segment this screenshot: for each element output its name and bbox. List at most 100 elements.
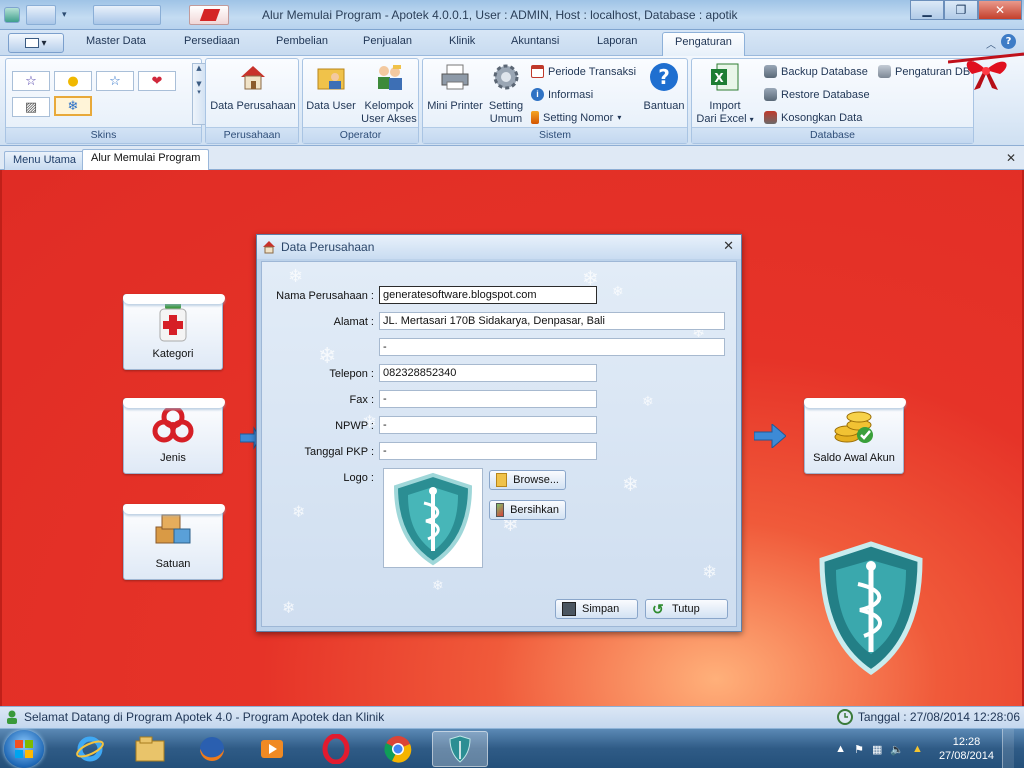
dialog-close-button[interactable]: ✕ [723, 239, 734, 254]
windows-start-button[interactable] [4, 730, 44, 768]
data-user-button[interactable]: Data User [305, 61, 357, 113]
data-perusahaan-button[interactable]: Data Perusahaan [208, 61, 298, 113]
tab-penjualan[interactable]: Penjualan [363, 35, 412, 47]
doc-tab-menu-utama[interactable]: Menu Utama [4, 151, 85, 170]
periode-transaksi-label: Periode Transaksi [548, 65, 637, 78]
skins-gallery-scroll[interactable]: ▲ ▼ ▾ [192, 63, 206, 125]
quick-access-flag-icon[interactable] [188, 5, 229, 25]
skin-blue-star-icon[interactable]: ☆ [96, 71, 134, 91]
biohazard-icon [152, 405, 194, 443]
maximize-button[interactable]: ❐ [944, 0, 978, 20]
tab-akuntansi[interactable]: Akuntansi [511, 35, 559, 47]
kosongkan-data-button[interactable]: Kosongkan Data [764, 111, 862, 124]
data-perusahaan-label: Data Perusahaan [210, 100, 296, 112]
minimize-button[interactable]: ▁ [910, 0, 944, 20]
group-operator: Data User Kelompok User Akses Operator [302, 58, 419, 144]
kelompok-user-akses-button[interactable]: Kelompok User Akses [359, 61, 419, 126]
telepon-input[interactable]: 082328852340 [379, 364, 597, 382]
close-document-icon[interactable]: ✕ [1006, 151, 1016, 165]
windows-logo-icon [15, 740, 33, 758]
tray-clock[interactable]: 12:28 27/08/2014 [939, 735, 994, 763]
app-icon[interactable] [4, 7, 20, 23]
tile-snow-cap [123, 398, 225, 408]
bantuan-button[interactable]: ? Bantuan [641, 61, 687, 113]
periode-transaksi-button[interactable]: Periode Transaksi [531, 65, 636, 78]
info-icon: i [531, 88, 544, 101]
tile-satuan[interactable]: Satuan [123, 504, 225, 580]
setting-nomor-button[interactable]: Setting Nomor ▾ [531, 111, 621, 124]
mini-printer-button[interactable]: Mini Printer [425, 61, 485, 113]
tray-expand-icon[interactable]: ▲ [835, 743, 846, 755]
quick-access-window-icon[interactable] [26, 5, 56, 25]
setting-umum-button[interactable]: Setting Umum [485, 61, 527, 126]
numbering-icon [531, 111, 539, 124]
help-icon[interactable]: ? [1001, 34, 1016, 49]
snowflake-decoration-icon: ❄ [288, 266, 304, 287]
application-menu-icon [25, 38, 40, 48]
skin-heart-icon[interactable]: ❤ [138, 71, 176, 91]
tab-laporan[interactable]: Laporan [597, 35, 637, 47]
taskbar-file-explorer[interactable] [122, 731, 178, 767]
status-welcome-text: Selamat Datang di Program Apotek 4.0 - P… [24, 710, 385, 724]
clear-image-icon [496, 503, 505, 517]
skin-star-icon[interactable]: ☆ [12, 71, 50, 91]
quick-access-item-icon[interactable] [92, 5, 161, 25]
svg-text:?: ? [658, 65, 670, 89]
fax-input[interactable]: - [379, 390, 597, 408]
undo-arrow-icon: ↺ [652, 601, 664, 617]
taskbar-opera[interactable] [308, 731, 364, 767]
tray-flag-icon[interactable]: ⚑ [854, 743, 864, 756]
tanggal-pkp-input[interactable]: - [379, 442, 597, 460]
status-right: Tanggal : 27/08/2014 12:28:06 [836, 709, 1020, 725]
skin-sun-icon[interactable]: ● [54, 71, 92, 91]
window-title: Alur Memulai Program - Apotek 4.0.0.1, U… [262, 8, 738, 22]
close-button[interactable]: ✕ [978, 0, 1022, 20]
tile-kategori[interactable]: Kategori [123, 294, 225, 370]
snowflake-decoration-icon: ❄ [702, 562, 718, 583]
restore-database-button[interactable]: Restore Database [764, 88, 870, 101]
tab-persediaan[interactable]: Persediaan [184, 35, 240, 47]
tile-saldo-awal-akun[interactable]: Saldo Awal Akun [804, 398, 906, 474]
tray-drive-icon[interactable]: ▲ [912, 743, 923, 755]
tile-jenis[interactable]: Jenis [123, 398, 225, 474]
tab-klinik[interactable]: Klinik [449, 35, 475, 47]
database-restore-icon [764, 88, 777, 101]
caduceus-shield-logo-icon [393, 472, 473, 566]
bersihkan-button[interactable]: Bersihkan [489, 500, 566, 520]
alamat-input-line1[interactable]: JL. Mertasari 170B Sidakarya, Denpasar, … [379, 312, 725, 330]
tab-pembelian[interactable]: Pembelian [276, 35, 328, 47]
informasi-button[interactable]: i Informasi [531, 88, 593, 101]
taskbar-internet-explorer[interactable] [62, 731, 118, 767]
npwp-input[interactable]: - [379, 416, 597, 434]
simpan-button[interactable]: Simpan [555, 599, 638, 619]
status-tanggal-text: Tanggal : 27/08/2014 12:28:06 [857, 710, 1020, 724]
tile-kategori-label: Kategori [152, 348, 194, 360]
tray-volume-icon[interactable]: 🔈 [890, 743, 904, 756]
import-dari-excel-button[interactable]: X Import Dari Excel ▾ [694, 61, 756, 126]
taskbar-firefox[interactable] [184, 731, 240, 767]
backup-database-button[interactable]: Backup Database [764, 65, 868, 78]
application-menu-button[interactable]: ▾ [8, 33, 64, 53]
doc-tab-alur-memulai-program[interactable]: Alur Memulai Program [82, 149, 210, 170]
group-skins: ☆ ● ☆ ❤ ▨ ❄ ▲ ▼ ▾ Skins [5, 58, 206, 144]
taskbar-chrome[interactable] [370, 731, 426, 767]
taskbar-media-player[interactable] [244, 731, 300, 767]
nama-perusahaan-input[interactable]: generatesoftware.blogspot.com [379, 286, 597, 304]
media-player-icon [261, 740, 283, 758]
tab-master-data[interactable]: Master Data [86, 35, 146, 47]
browse-button[interactable]: Browse... [489, 470, 566, 490]
alamat-input-line2[interactable]: - [379, 338, 725, 356]
setting-label-line1: Setting [488, 100, 524, 112]
windows-taskbar: ▲ ⚑ ▦ 🔈 ▲ 12:28 27/08/2014 [0, 728, 1024, 768]
tab-pengaturan[interactable]: Pengaturan [662, 32, 745, 56]
taskbar-apotek-app[interactable] [432, 731, 488, 767]
skin-pattern-icon[interactable]: ▨ [12, 97, 50, 117]
ribbon-bow-icon [948, 52, 1024, 90]
show-desktop-button[interactable] [1002, 729, 1014, 768]
window-controls: ▁ ❐ ✕ [910, 0, 1022, 20]
tutup-button[interactable]: ↺ Tutup [645, 599, 728, 619]
tray-network-icon[interactable]: ▦ [872, 743, 882, 756]
collapse-ribbon-icon[interactable]: ︿ [986, 36, 996, 51]
skin-snowflake-icon[interactable]: ❄ [54, 96, 92, 116]
quick-access-dropdown-icon[interactable]: ▾ [62, 10, 67, 20]
